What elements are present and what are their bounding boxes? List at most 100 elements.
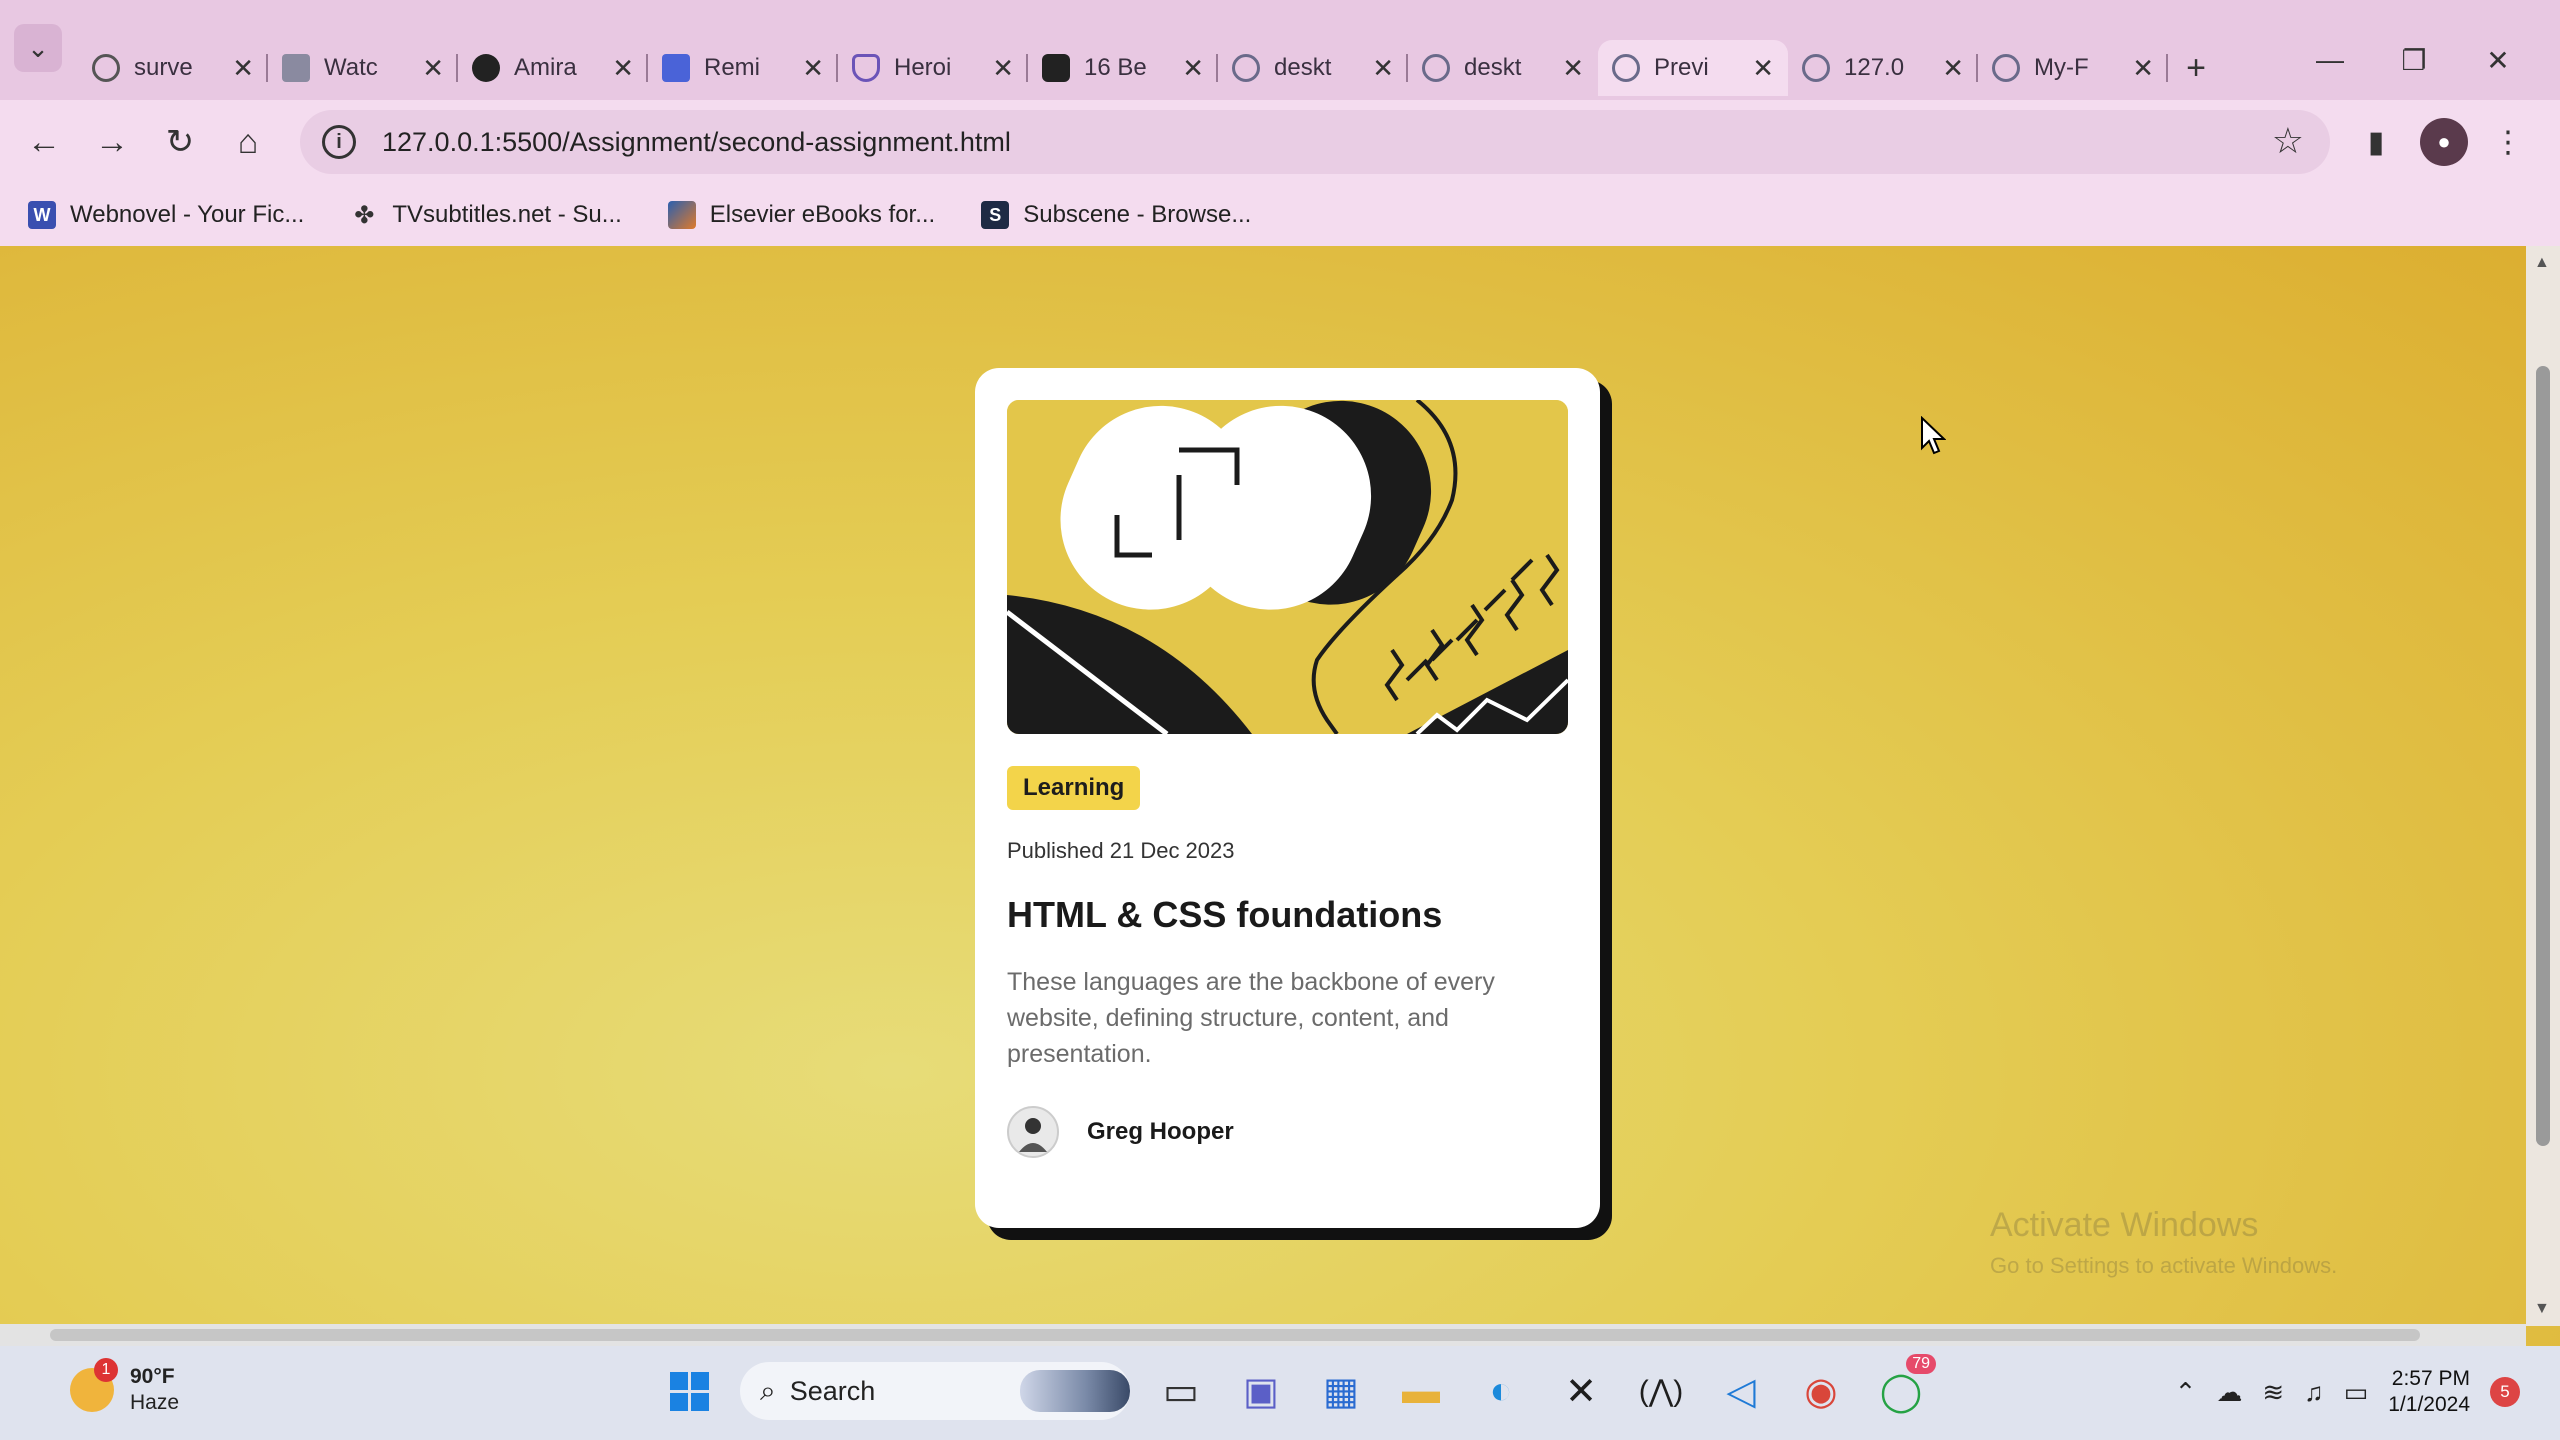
bookmark-tvsubtitles[interactable]: ✤ TVsubtitles.net - Su... <box>350 201 622 229</box>
search-icon: ⌕ <box>760 1374 776 1406</box>
store-icon[interactable]: ▦ <box>1312 1362 1370 1420</box>
close-tab-icon[interactable]: ✕ <box>1182 53 1204 84</box>
scroll-up-icon[interactable]: ▲ <box>2534 254 2550 272</box>
forward-icon[interactable]: → <box>86 116 138 168</box>
close-tab-icon[interactable]: ✕ <box>612 53 634 84</box>
tab[interactable]: deskt ✕ <box>1218 40 1408 96</box>
tab[interactable]: Amira ✕ <box>458 40 648 96</box>
close-tab-icon[interactable]: ✕ <box>992 53 1014 84</box>
volume-icon[interactable]: ♫ <box>2304 1377 2324 1408</box>
bookmark-star-icon[interactable]: ☆ <box>2272 120 2304 162</box>
edge-icon[interactable]: ◐ <box>1472 1362 1530 1420</box>
tab[interactable]: 16 Be ✕ <box>1028 40 1218 96</box>
card-title[interactable]: HTML & CSS foundations <box>1007 894 1568 936</box>
home-icon[interactable]: ⌂ <box>222 116 274 168</box>
tab-search-button[interactable]: ⌄ <box>14 24 62 72</box>
close-tab-icon[interactable]: ✕ <box>1562 53 1584 84</box>
url-text[interactable]: 127.0.0.1:5500/Assignment/second-assignm… <box>382 127 1011 158</box>
chevron-down-icon: ⌄ <box>27 32 49 63</box>
bookmarks-bar: W Webnovel - Your Fic... ✤ TVsubtitles.net… <box>0 184 2560 246</box>
tvsubtitles-icon: ✤ <box>354 201 375 229</box>
tab-title: 127.0 <box>1844 54 1905 81</box>
weather-widget[interactable]: 1 90°F Haze <box>70 1358 180 1416</box>
taskbar-search[interactable]: ⌕ Search <box>740 1362 1130 1420</box>
bookmark-elsevier[interactable]: Elsevier eBooks for... <box>667 201 935 229</box>
author-avatar <box>1007 1106 1059 1158</box>
weather-badge: 1 <box>94 1358 118 1382</box>
chevron-up-icon[interactable]: ⌃ <box>2175 1377 2197 1408</box>
bookmark-label: TVsubtitles.net - Su... <box>392 201 622 228</box>
close-tab-icon[interactable]: ✕ <box>1372 53 1394 84</box>
wifi-icon[interactable]: ≋ <box>2262 1377 2284 1408</box>
author: Greg Hooper <box>1007 1106 1568 1158</box>
close-tab-icon[interactable]: ✕ <box>1942 53 1964 84</box>
bookmark-icon <box>662 54 690 82</box>
page-viewport: Learning Published 21 Dec 2023 HTML & CS… <box>0 246 2560 1346</box>
scroll-thumb[interactable] <box>50 1329 2420 1341</box>
battery-icon[interactable]: ▭ <box>2344 1377 2369 1408</box>
close-tab-icon[interactable]: ✕ <box>422 53 444 84</box>
bookmark-webnovel[interactable]: W Webnovel - Your Fic... <box>28 201 304 229</box>
browser-toolbar: ← → ↻ ⌂ i 127.0.0.1:5500/Assignment/seco… <box>0 100 2560 184</box>
close-tab-icon[interactable]: ✕ <box>2132 53 2154 84</box>
tab-title: Remi <box>704 54 761 81</box>
tab-title: Watc <box>324 54 378 81</box>
close-tab-icon[interactable]: ✕ <box>1752 53 1774 84</box>
chrome-icon[interactable]: ◉ <box>1792 1362 1850 1420</box>
start-icon[interactable] <box>660 1362 718 1420</box>
webnovel-icon: W <box>28 201 56 229</box>
card-description: These languages are the backbone of ever… <box>1007 968 1495 1068</box>
menu-icon[interactable]: ⋮ <box>2484 118 2532 166</box>
notification-badge[interactable]: 5 <box>2490 1377 2520 1407</box>
tab[interactable]: Remi ✕ <box>648 40 838 96</box>
close-tab-icon[interactable]: ✕ <box>802 53 824 84</box>
close-tab-icon[interactable]: ✕ <box>232 53 254 84</box>
new-tab-button[interactable]: + <box>2168 40 2224 96</box>
tab-title: deskt <box>1464 54 1522 81</box>
tab[interactable]: deskt ✕ <box>1408 40 1598 96</box>
app-icon[interactable]: (⋀) <box>1632 1362 1690 1420</box>
minimize-icon[interactable]: — <box>2288 44 2372 77</box>
tab-strip: ⌄ surve ✕ Watc ✕ Amira ✕ Remi ✕ Heroi ✕ 16 Be… <box>0 0 2560 100</box>
onedrive-icon[interactable]: ☁ <box>2216 1377 2242 1408</box>
tab[interactable]: 127.0 ✕ <box>1788 40 1978 96</box>
task-view-icon[interactable]: ▭ <box>1152 1362 1210 1420</box>
reload-icon[interactable]: ↻ <box>154 116 206 168</box>
scroll-thumb[interactable] <box>2536 366 2550 1146</box>
bookmark-label: Subscene - Browse... <box>1023 201 1252 228</box>
vscode-icon[interactable]: ◁ <box>1712 1362 1770 1420</box>
clock[interactable]: 2:57 PM 1/1/2024 <box>2388 1366 2470 1418</box>
system-tray: ⌃ ☁ ≋ ♫ ▭ 2:57 PM 1/1/2024 5 <box>2175 1366 2520 1418</box>
weather-temp: 90°F <box>130 1365 175 1388</box>
restore-icon[interactable]: ❐ <box>2372 44 2456 77</box>
subscene-icon: S <box>981 201 1010 229</box>
watermark-title: Activate Windows <box>1990 1206 2259 1244</box>
tab-title: Previ <box>1654 54 1709 81</box>
back-icon[interactable]: ← <box>18 116 70 168</box>
bookmark-subscene[interactable]: S Subscene - Browse... <box>981 201 1251 229</box>
tab[interactable]: Watc ✕ <box>268 40 458 96</box>
whatsapp-icon[interactable]: ◯ 79 <box>1872 1354 1936 1420</box>
weather-condition: Haze <box>130 1391 180 1414</box>
side-panel-icon[interactable]: ▮ <box>2352 118 2400 166</box>
tab-title: Heroi <box>894 54 952 81</box>
clock-time: 2:57 PM <box>2391 1367 2470 1390</box>
close-window-icon[interactable]: ✕ <box>2456 44 2540 77</box>
x-icon[interactable]: ✕ <box>1552 1362 1610 1420</box>
tab-title: My-F <box>2034 54 2089 81</box>
tab[interactable]: My-F ✕ <box>1978 40 2168 96</box>
horizontal-scrollbar[interactable] <box>0 1324 2526 1346</box>
tab[interactable]: Heroi ✕ <box>838 40 1028 96</box>
file-explorer-icon[interactable]: ▬ <box>1392 1362 1450 1420</box>
tab-title: 16 Be <box>1084 54 1147 81</box>
tab-active[interactable]: Previ ✕ <box>1598 40 1788 96</box>
site-info-icon[interactable]: i <box>322 125 356 159</box>
teams-icon[interactable]: ▣ <box>1232 1362 1290 1420</box>
tab[interactable]: surve ✕ <box>78 40 268 96</box>
tab-separator <box>2166 54 2168 82</box>
scroll-down-icon[interactable]: ▼ <box>2534 1300 2550 1318</box>
window-controls: — ❐ ✕ <box>2288 44 2540 77</box>
vertical-scrollbar[interactable]: ▲ ▼ <box>2526 246 2560 1326</box>
address-bar[interactable]: i 127.0.0.1:5500/Assignment/second-assig… <box>300 110 2330 174</box>
profile-avatar[interactable]: ● <box>2420 118 2468 166</box>
